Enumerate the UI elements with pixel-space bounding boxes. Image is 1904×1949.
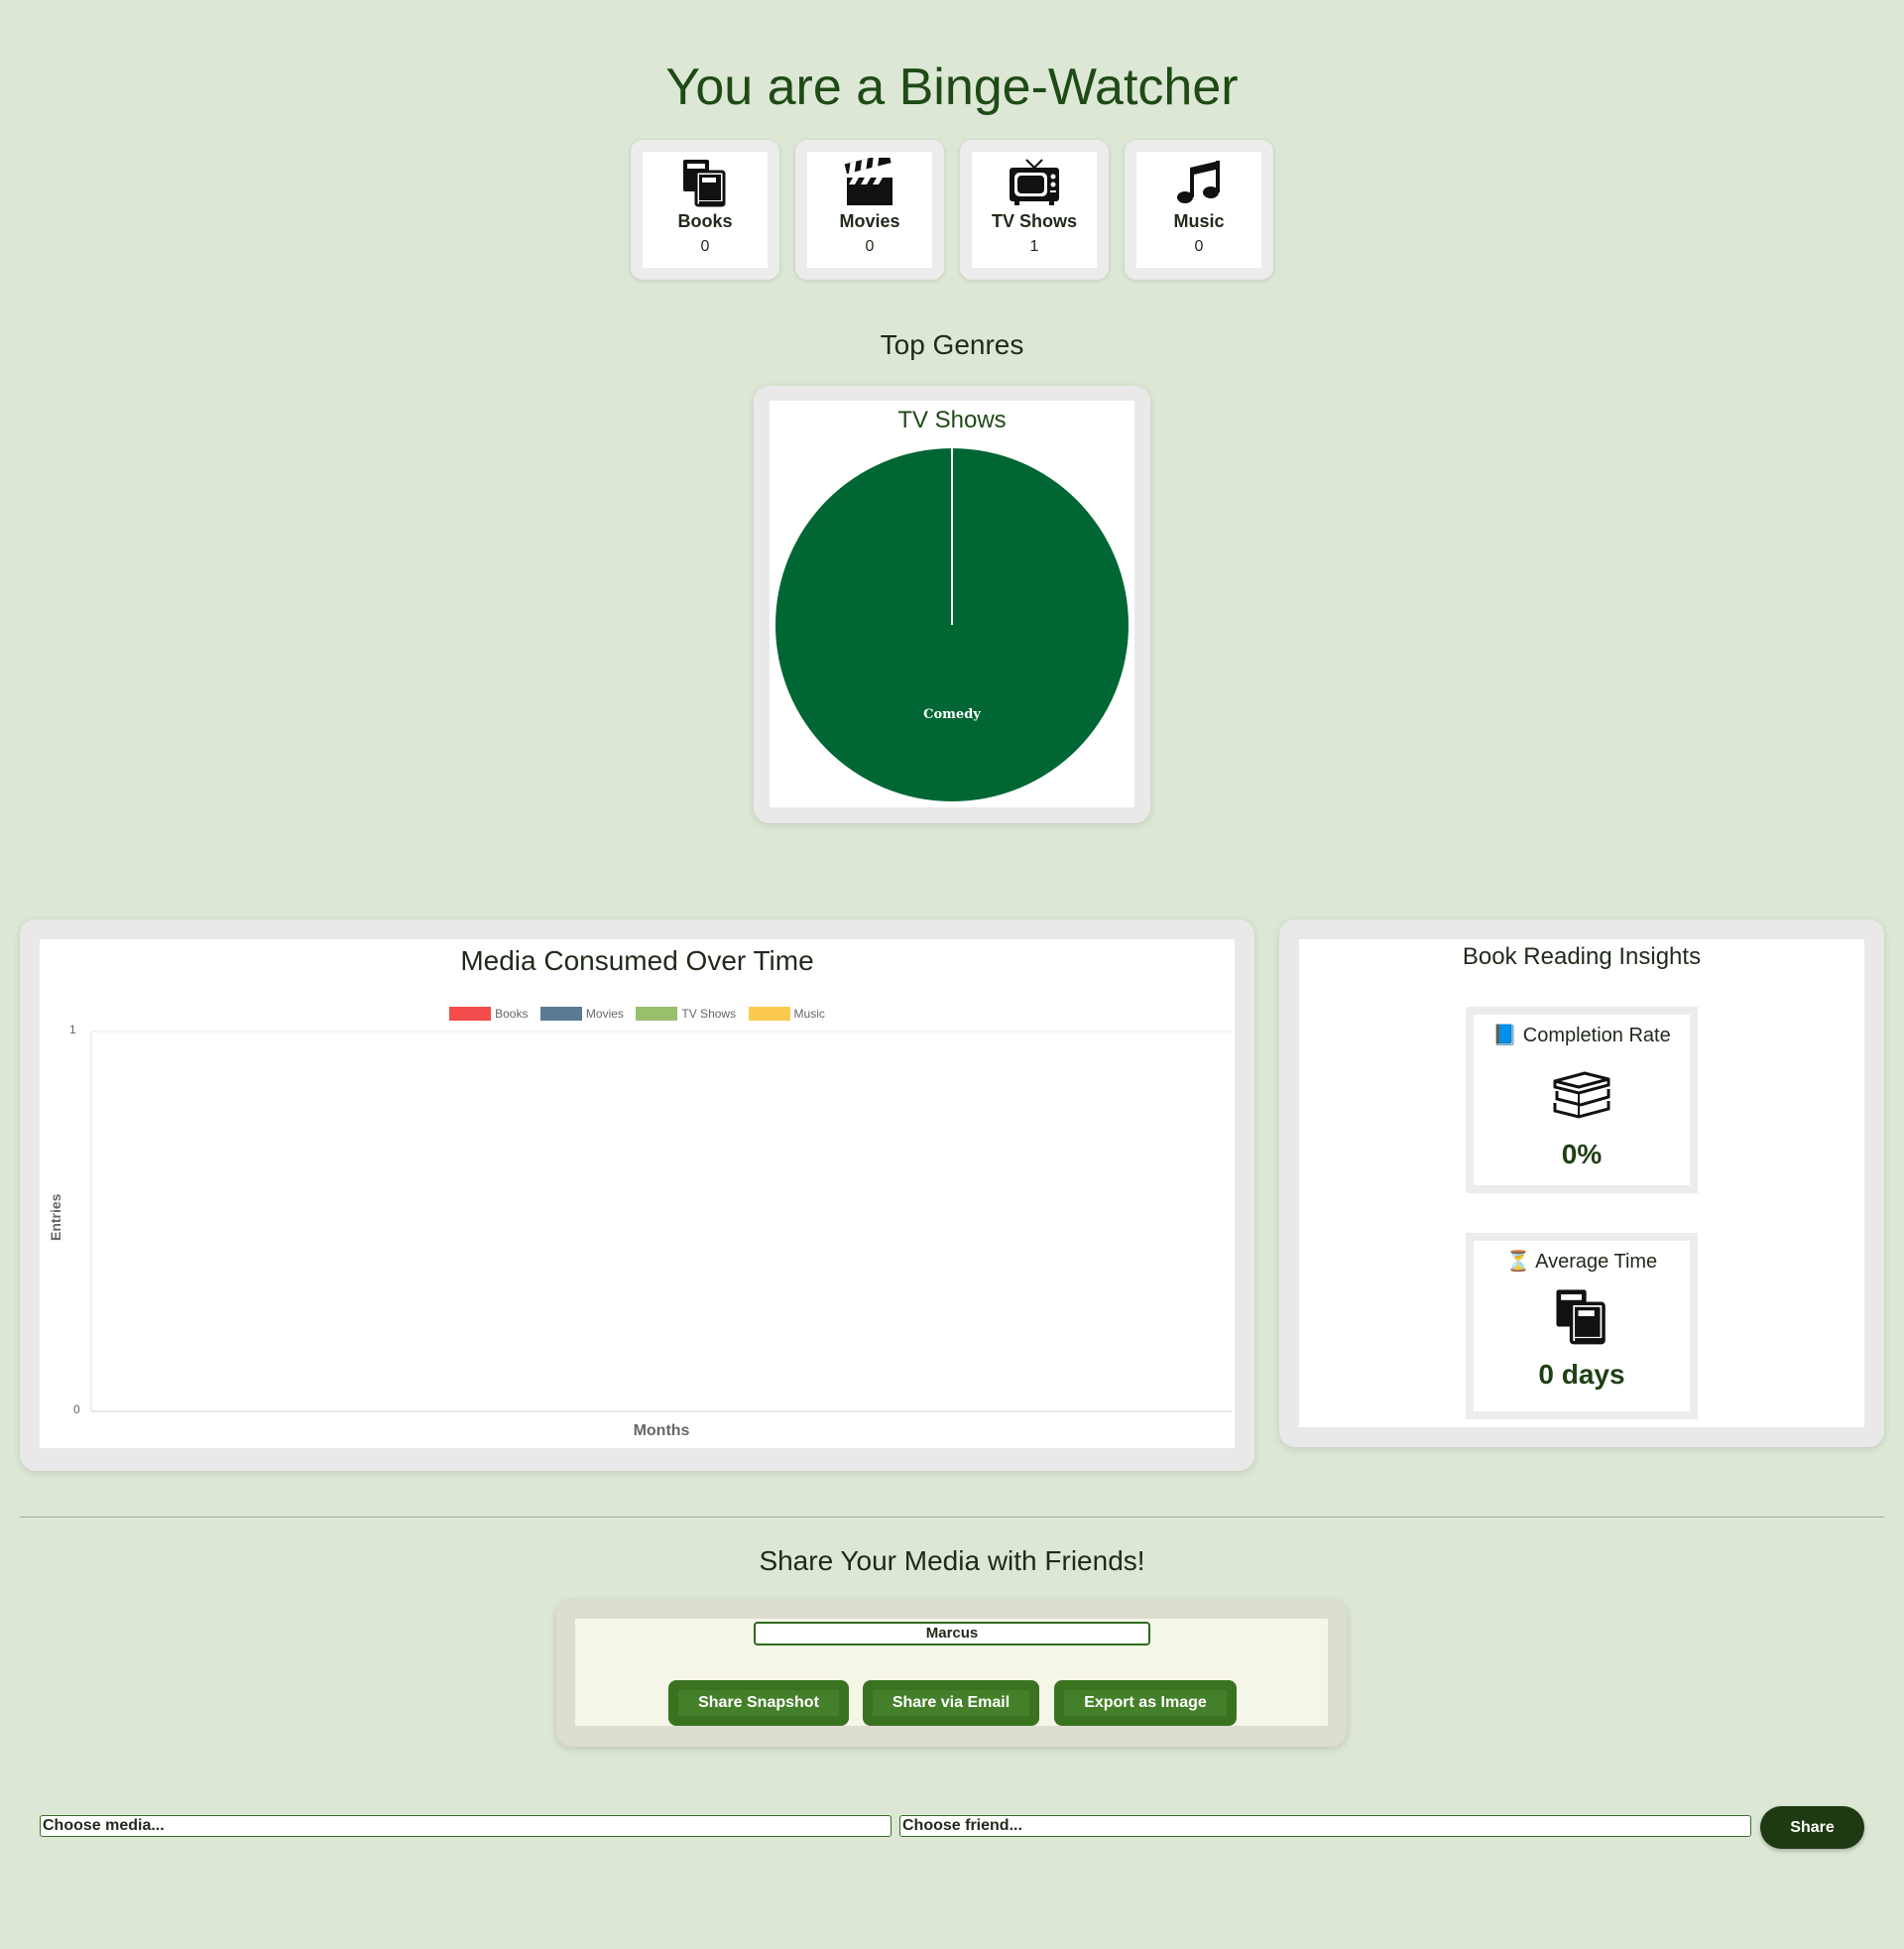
share-via-email-label: Share via Email: [873, 1690, 1029, 1716]
completion-rate-text: Completion Rate: [1522, 1025, 1671, 1046]
y-tick-label: 0: [73, 1402, 80, 1416]
stat-value: 1: [1029, 238, 1039, 255]
share-snapshot-button[interactable]: Share Snapshot: [668, 1680, 849, 1726]
name-input[interactable]: Marcus: [754, 1622, 1150, 1645]
insights-title: Book Reading Insights: [1462, 943, 1702, 970]
stat-card-books: Books 0: [631, 140, 779, 280]
pie-slice-label: Comedy: [923, 707, 981, 722]
completion-rate-value: 0%: [1561, 1139, 1603, 1169]
television-icon: [1010, 159, 1059, 205]
page-title: You are a Binge-Watcher: [665, 59, 1239, 116]
y-tick-label: 1: [69, 1023, 76, 1036]
stat-label: Books: [677, 211, 733, 231]
average-time-value: 0 days: [1538, 1359, 1625, 1390]
media-line-chart: [90, 1031, 1232, 1412]
friend-select[interactable]: Choose friend...: [899, 1815, 1751, 1837]
media-chart-card: Media Consumed Over Time Books Movies TV…: [20, 919, 1254, 1471]
export-as-image-button[interactable]: Export as Image: [1054, 1680, 1237, 1726]
stat-value: 0: [1194, 238, 1204, 255]
share-via-email-button[interactable]: Share via Email: [863, 1680, 1039, 1726]
books-icon: [683, 160, 726, 207]
genre-pie-card: TV Shows Comedy: [754, 386, 1150, 823]
blue-book-icon: 📘: [1492, 1025, 1518, 1046]
genre-pie-chart: Comedy: [775, 448, 1129, 801]
hourglass-icon: ⏳: [1505, 1251, 1531, 1273]
section-divider: [20, 1517, 1884, 1518]
top-genres-heading: Top Genres: [880, 329, 1024, 360]
share-button[interactable]: Share: [1760, 1806, 1864, 1849]
share-card: Marcus Share Snapshot Share via Email Ex…: [556, 1600, 1347, 1747]
stat-label: Music: [1173, 211, 1225, 231]
clapperboard-icon: [844, 158, 892, 205]
stat-value: 0: [865, 238, 875, 255]
stat-card-movies: Movies 0: [795, 140, 944, 280]
stat-card-music: Music 0: [1125, 140, 1273, 280]
average-time-card: ⏳ Average Time 0 days: [1474, 1241, 1690, 1411]
stat-label: TV Shows: [991, 211, 1077, 231]
x-axis-label: Months: [633, 1422, 690, 1439]
stat-value: 0: [700, 238, 710, 255]
average-time-text: Average Time: [1535, 1251, 1658, 1273]
stat-label: Movies: [839, 211, 900, 231]
completion-rate-label: 📘 Completion Rate: [1474, 1023, 1690, 1047]
y-axis-label: Entries: [48, 1193, 63, 1241]
share-heading: Share Your Media with Friends!: [759, 1545, 1145, 1576]
book-insights-card: Book Reading Insights 📘 Completion Rate …: [1279, 919, 1884, 1447]
media-select[interactable]: Choose media...: [40, 1815, 892, 1837]
stat-card-tv-shows: TV Shows 1: [960, 140, 1109, 280]
export-as-image-label: Export as Image: [1064, 1690, 1227, 1716]
stacked-books-icon: [1553, 1071, 1610, 1119]
books-icon: [1556, 1289, 1606, 1345]
music-note-icon: [1177, 161, 1220, 203]
share-snapshot-label: Share Snapshot: [678, 1690, 839, 1716]
completion-rate-card: 📘 Completion Rate 0%: [1474, 1015, 1690, 1185]
average-time-label: ⏳ Average Time: [1474, 1249, 1690, 1274]
